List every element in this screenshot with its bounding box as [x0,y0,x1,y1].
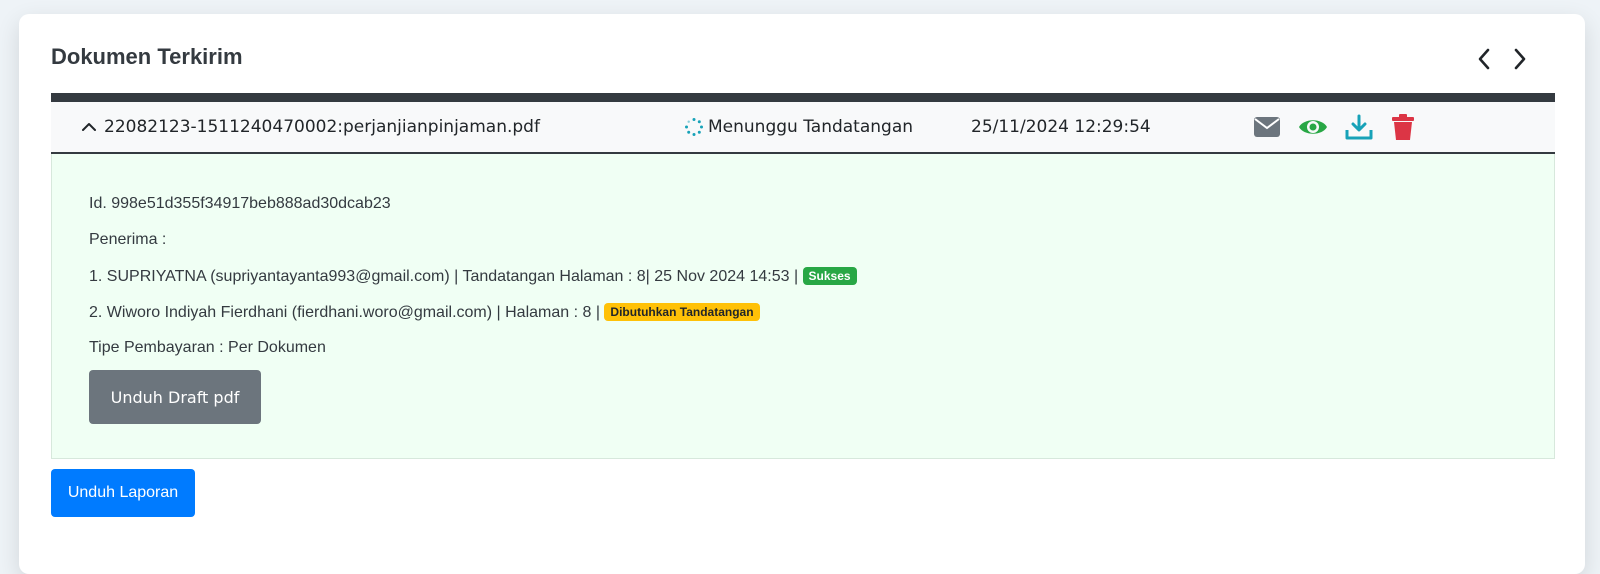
document-status: Menunggu Tandatangan [684,102,913,152]
next-button[interactable] [1507,46,1533,72]
recipient-item: 1. SUPRIYATNA (supriyantayanta993@gmail.… [89,267,857,286]
download-draft-button[interactable]: Unduh Draft pdf [89,370,261,424]
document-detail-panel: Id. 998e51d355f34917beb888ad30dcab23 Pen… [51,154,1555,459]
envelope-icon [1254,117,1280,137]
prev-button[interactable] [1471,46,1497,72]
status-badge: Dibutuhkan Tandatangan [604,303,760,321]
chevron-right-icon [1514,48,1526,70]
view-button[interactable] [1297,102,1329,152]
recipient-item: 2. Wiworo Indiyah Fierdhani (fierdhani.w… [89,303,760,322]
chevron-left-icon [1478,48,1490,70]
status-label: Menunggu Tandatangan [708,117,914,137]
card-title: Dokumen Terkirim [51,44,243,69]
download-button[interactable] [1343,102,1375,152]
collapse-toggle[interactable] [79,102,99,152]
delete-button[interactable] [1387,102,1419,152]
download-icon [1345,114,1373,140]
trash-icon [1392,114,1414,140]
documents-card: Dokumen Terkirim 22082123-1511240470002:… [19,14,1585,574]
send-email-button[interactable] [1251,102,1283,152]
status-badge: Sukses [802,267,857,285]
document-filename: 22082123-1511240470002:perjanjianpinjama… [104,117,540,137]
spinner-icon [685,118,703,136]
recipient-text: 1. SUPRIYATNA (supriyantayanta993@gmail.… [89,268,803,285]
chevron-up-icon [82,123,96,131]
payment-type: Tipe Pembayaran : Per Dokumen [89,339,326,356]
recipient-text: 2. Wiworo Indiyah Fierdhani (fierdhani.w… [89,304,605,321]
table-header-bar [51,93,1555,102]
download-report-button[interactable]: Unduh Laporan [51,469,195,517]
document-datetime: 25/11/2024 12:29:54 [971,117,1151,137]
eye-icon [1299,120,1327,134]
document-id: Id. 998e51d355f34917beb888ad30dcab23 [89,195,391,212]
recipients-label: Penerima : [89,231,167,248]
document-row[interactable]: 22082123-1511240470002:perjanjianpinjama… [51,102,1555,154]
